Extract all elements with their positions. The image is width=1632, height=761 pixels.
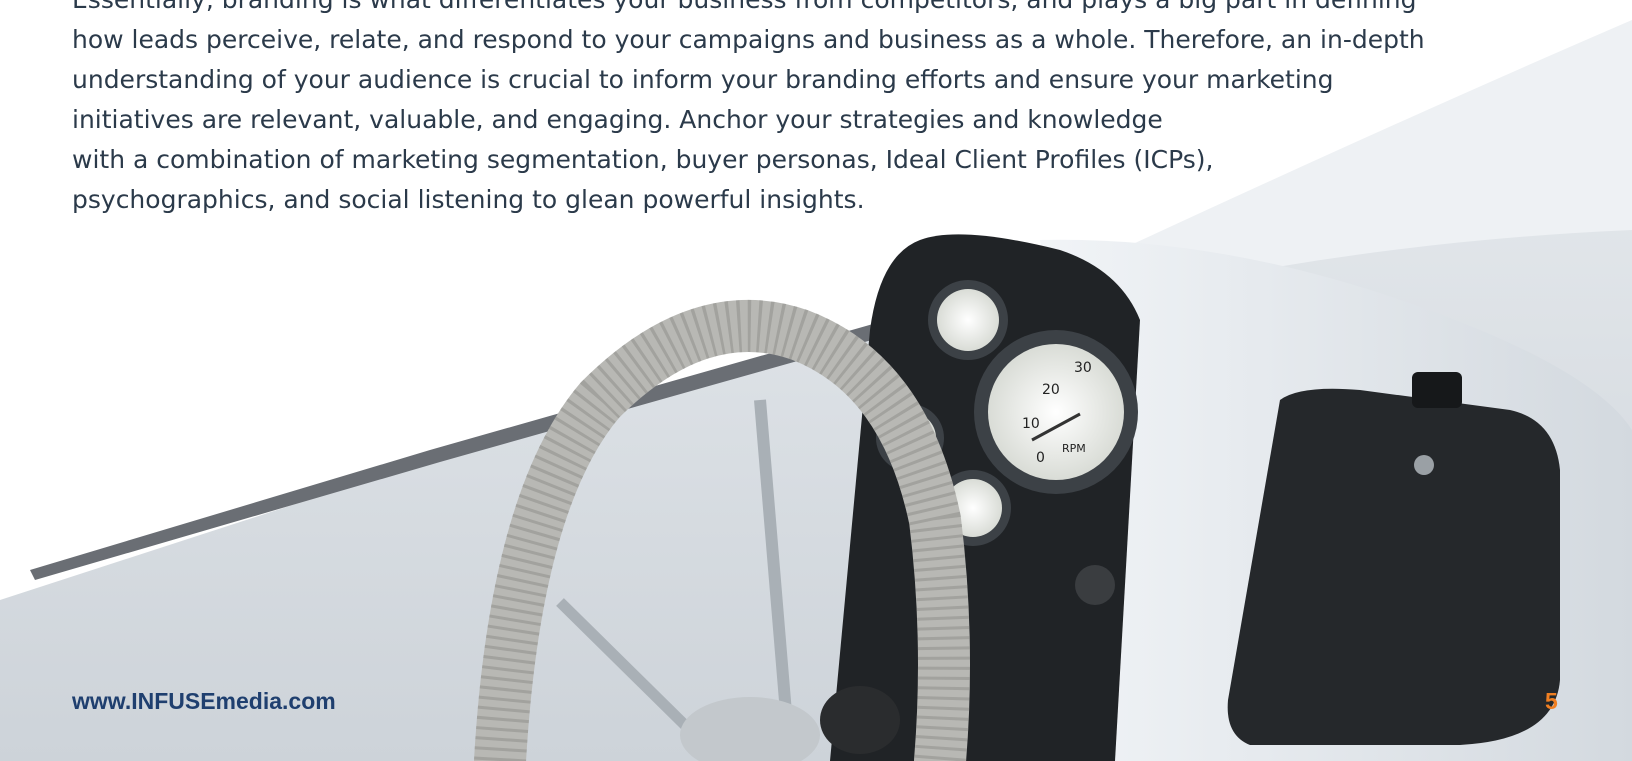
rpm-label: RPM [1062, 442, 1086, 455]
rpm-tick-30: 30 [1074, 360, 1092, 376]
ignition-knob [1075, 565, 1115, 605]
gauge-small-top [928, 280, 1008, 360]
rpm-tick-10: 10 [1022, 416, 1040, 432]
body-line-3: understanding of your audience is crucia… [72, 65, 1334, 94]
rpm-tick-20: 20 [1042, 382, 1060, 398]
body-line-5: with a combination of marketing segmenta… [72, 145, 1214, 174]
body-paragraph: Essentially, branding is what differenti… [72, 0, 1472, 220]
throttle-box [1227, 388, 1560, 745]
gauge-rpm: 0 10 20 30 RPM [974, 330, 1138, 494]
footer-website-link[interactable]: www.INFUSEmedia.com [72, 688, 336, 715]
throttle-screw [1414, 455, 1434, 475]
body-line-1: Essentially, branding is what differenti… [72, 0, 1472, 20]
body-line-2: how leads perceive, relate, and respond … [72, 25, 1425, 54]
wheel-hub-cap [820, 686, 900, 754]
body-line-4: initiatives are relevant, valuable, and … [72, 105, 1163, 134]
rpm-tick-0: 0 [1036, 450, 1045, 466]
page-number: 5 [1545, 688, 1558, 714]
body-line-6: psychographics, and social listening to … [72, 185, 865, 214]
throttle-lever [1412, 372, 1462, 408]
